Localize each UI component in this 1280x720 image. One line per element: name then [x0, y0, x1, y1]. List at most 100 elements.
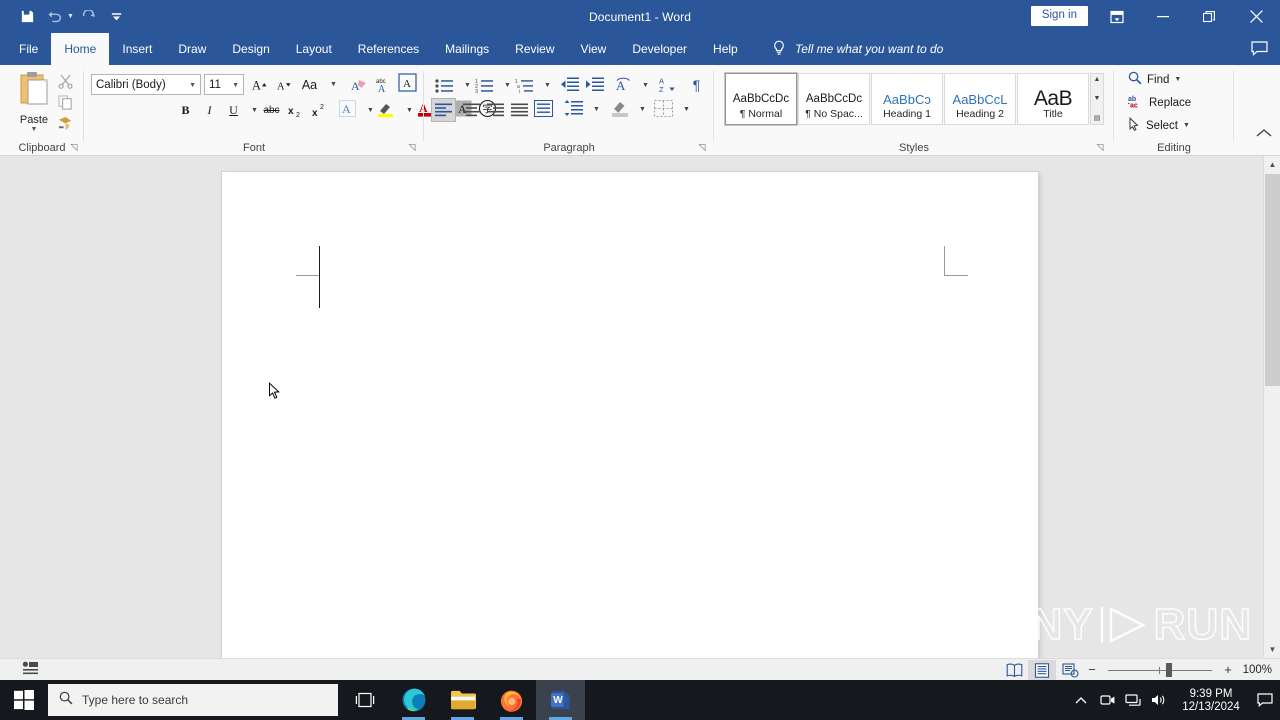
tell-me-search[interactable]: Tell me what you want to do — [772, 33, 943, 65]
tab-view[interactable]: View — [568, 33, 620, 65]
strikethrough-icon[interactable]: abc — [260, 99, 283, 122]
change-case-icon[interactable]: Aa — [298, 73, 321, 96]
subscript-icon[interactable]: x2 — [285, 99, 308, 122]
underline-icon[interactable]: U — [222, 99, 245, 122]
microsoft-word-icon[interactable]: W — [536, 680, 585, 720]
file-explorer-icon[interactable] — [438, 680, 487, 720]
borders-caret[interactable]: ▼ — [675, 98, 698, 121]
zoom-in-button[interactable]: + — [1220, 660, 1236, 680]
firefox-icon[interactable] — [487, 680, 536, 720]
network-icon[interactable] — [1120, 680, 1146, 720]
tab-mailings[interactable]: Mailings — [432, 33, 502, 65]
taskbar-search-box[interactable]: Type here to search — [48, 684, 338, 716]
style-heading-2[interactable]: AaBbCcL Heading 2 — [944, 73, 1016, 125]
borders-icon[interactable] — [652, 97, 675, 120]
center-icon[interactable] — [460, 98, 483, 121]
ribbon-display-options-icon[interactable] — [1094, 0, 1140, 33]
superscript-icon[interactable]: x2 — [309, 99, 332, 122]
style-heading-1[interactable]: AaBbCɔ Heading 1 — [871, 73, 943, 125]
multilevel-list-icon[interactable]: 1ai — [513, 74, 536, 97]
tab-draw[interactable]: Draw — [165, 33, 219, 65]
grow-font-icon[interactable]: A — [249, 73, 272, 96]
cut-button[interactable] — [52, 71, 78, 92]
distributed-icon[interactable] — [532, 97, 555, 120]
sign-in-button[interactable]: Sign in — [1030, 6, 1088, 26]
task-view-icon[interactable] — [340, 680, 389, 720]
scroll-up-icon[interactable]: ▲ — [1264, 156, 1280, 173]
font-name-input[interactable]: Calibri (Body) ▼ — [91, 74, 201, 95]
zoom-slider[interactable] — [1108, 660, 1212, 680]
read-mode-view-button[interactable] — [1000, 660, 1028, 680]
align-left-icon[interactable] — [431, 98, 456, 122]
scroll-down-icon[interactable]: ▼ — [1264, 641, 1280, 658]
clear-formatting-icon[interactable]: A — [348, 73, 371, 96]
line-spacing-caret[interactable]: ▼ — [585, 98, 608, 121]
asian-layout-icon[interactable]: A — [612, 73, 635, 96]
print-layout-view-button[interactable] — [1028, 660, 1056, 680]
collapse-ribbon-icon[interactable] — [1256, 128, 1272, 141]
style-title[interactable]: AaB Title — [1017, 73, 1089, 125]
bullets-icon[interactable] — [433, 74, 456, 97]
comments-icon[interactable] — [1251, 41, 1268, 61]
text-effects-icon[interactable]: A — [336, 97, 359, 120]
italic-icon[interactable]: I — [198, 99, 221, 122]
tab-references[interactable]: References — [345, 33, 432, 65]
clipboard-dialog-launcher[interactable]: ◹ — [68, 141, 80, 153]
show-formatting-marks-icon[interactable]: ¶ — [685, 73, 708, 96]
font-size-caret[interactable]: ▼ — [232, 82, 239, 89]
line-spacing-icon[interactable] — [562, 97, 585, 120]
show-hidden-icons-icon[interactable] — [1068, 680, 1094, 720]
change-case-caret[interactable]: ▼ — [322, 73, 345, 96]
styles-scroll-down-icon[interactable]: ▼ — [1094, 95, 1101, 102]
minimize-icon[interactable] — [1140, 0, 1186, 33]
tab-layout[interactable]: Layout — [283, 33, 345, 65]
font-size-input[interactable]: 11 ▼ — [204, 74, 244, 95]
align-right-icon[interactable] — [484, 98, 507, 121]
font-name-caret[interactable]: ▼ — [189, 82, 196, 89]
macro-recording-icon[interactable] — [22, 661, 39, 681]
document-page[interactable] — [222, 172, 1038, 658]
paste-dropdown-caret[interactable]: ▼ — [31, 126, 38, 133]
shading-caret[interactable]: ▼ — [631, 98, 654, 121]
zoom-out-button[interactable]: − — [1084, 660, 1100, 680]
action-center-icon[interactable] — [1250, 680, 1280, 720]
tab-review[interactable]: Review — [502, 33, 567, 65]
close-icon[interactable] — [1232, 0, 1280, 33]
justify-icon[interactable] — [508, 98, 531, 121]
find-button[interactable]: Find ▼ — [1128, 71, 1181, 88]
restore-icon[interactable] — [1186, 0, 1232, 33]
styles-more-icon[interactable]: ▤ — [1094, 114, 1101, 122]
font-dialog-launcher[interactable]: ◹ — [406, 141, 418, 153]
bold-icon[interactable]: B — [174, 99, 197, 122]
styles-dialog-launcher[interactable]: ◹ — [1094, 141, 1106, 153]
asian-layout-caret[interactable]: ▼ — [634, 74, 657, 97]
tab-file[interactable]: File — [6, 33, 51, 65]
styles-scroll-up-icon[interactable]: ▲ — [1094, 76, 1101, 83]
volume-icon[interactable] — [1146, 680, 1172, 720]
screen-recording-icon[interactable] — [1094, 680, 1120, 720]
increase-indent-icon[interactable] — [583, 73, 606, 96]
styles-gallery-scroll[interactable]: ▲ ▼ ▤ — [1090, 73, 1104, 125]
vertical-scrollbar[interactable]: ▲ ▼ — [1263, 156, 1280, 658]
decrease-indent-icon[interactable] — [558, 73, 581, 96]
format-painter-button[interactable] — [52, 113, 78, 134]
multilevel-caret[interactable]: ▼ — [536, 74, 559, 97]
tab-design[interactable]: Design — [219, 33, 282, 65]
web-layout-view-button[interactable] — [1056, 660, 1084, 680]
numbering-icon[interactable]: 123 — [473, 74, 496, 97]
paragraph-dialog-launcher[interactable]: ◹ — [696, 141, 708, 153]
find-caret[interactable]: ▼ — [1174, 76, 1181, 83]
document-area[interactable]: ANY RUN — [0, 156, 1280, 658]
sort-icon[interactable]: AZ — [657, 73, 680, 96]
shrink-font-icon[interactable]: A — [273, 73, 296, 96]
tab-home[interactable]: Home — [51, 33, 110, 65]
paste-button[interactable]: Paste ▼ — [14, 71, 54, 135]
tab-developer[interactable]: Developer — [619, 33, 700, 65]
zoom-slider-thumb[interactable] — [1166, 663, 1172, 677]
replace-button[interactable]: ab ac Replace — [1128, 94, 1191, 111]
windows-start-icon[interactable] — [0, 680, 48, 720]
character-border-icon[interactable]: A — [396, 71, 419, 94]
copy-button[interactable] — [52, 92, 78, 113]
taskbar-clock[interactable]: 9:39 PM 12/13/2024 — [1172, 680, 1250, 720]
tab-help[interactable]: Help — [700, 33, 751, 65]
